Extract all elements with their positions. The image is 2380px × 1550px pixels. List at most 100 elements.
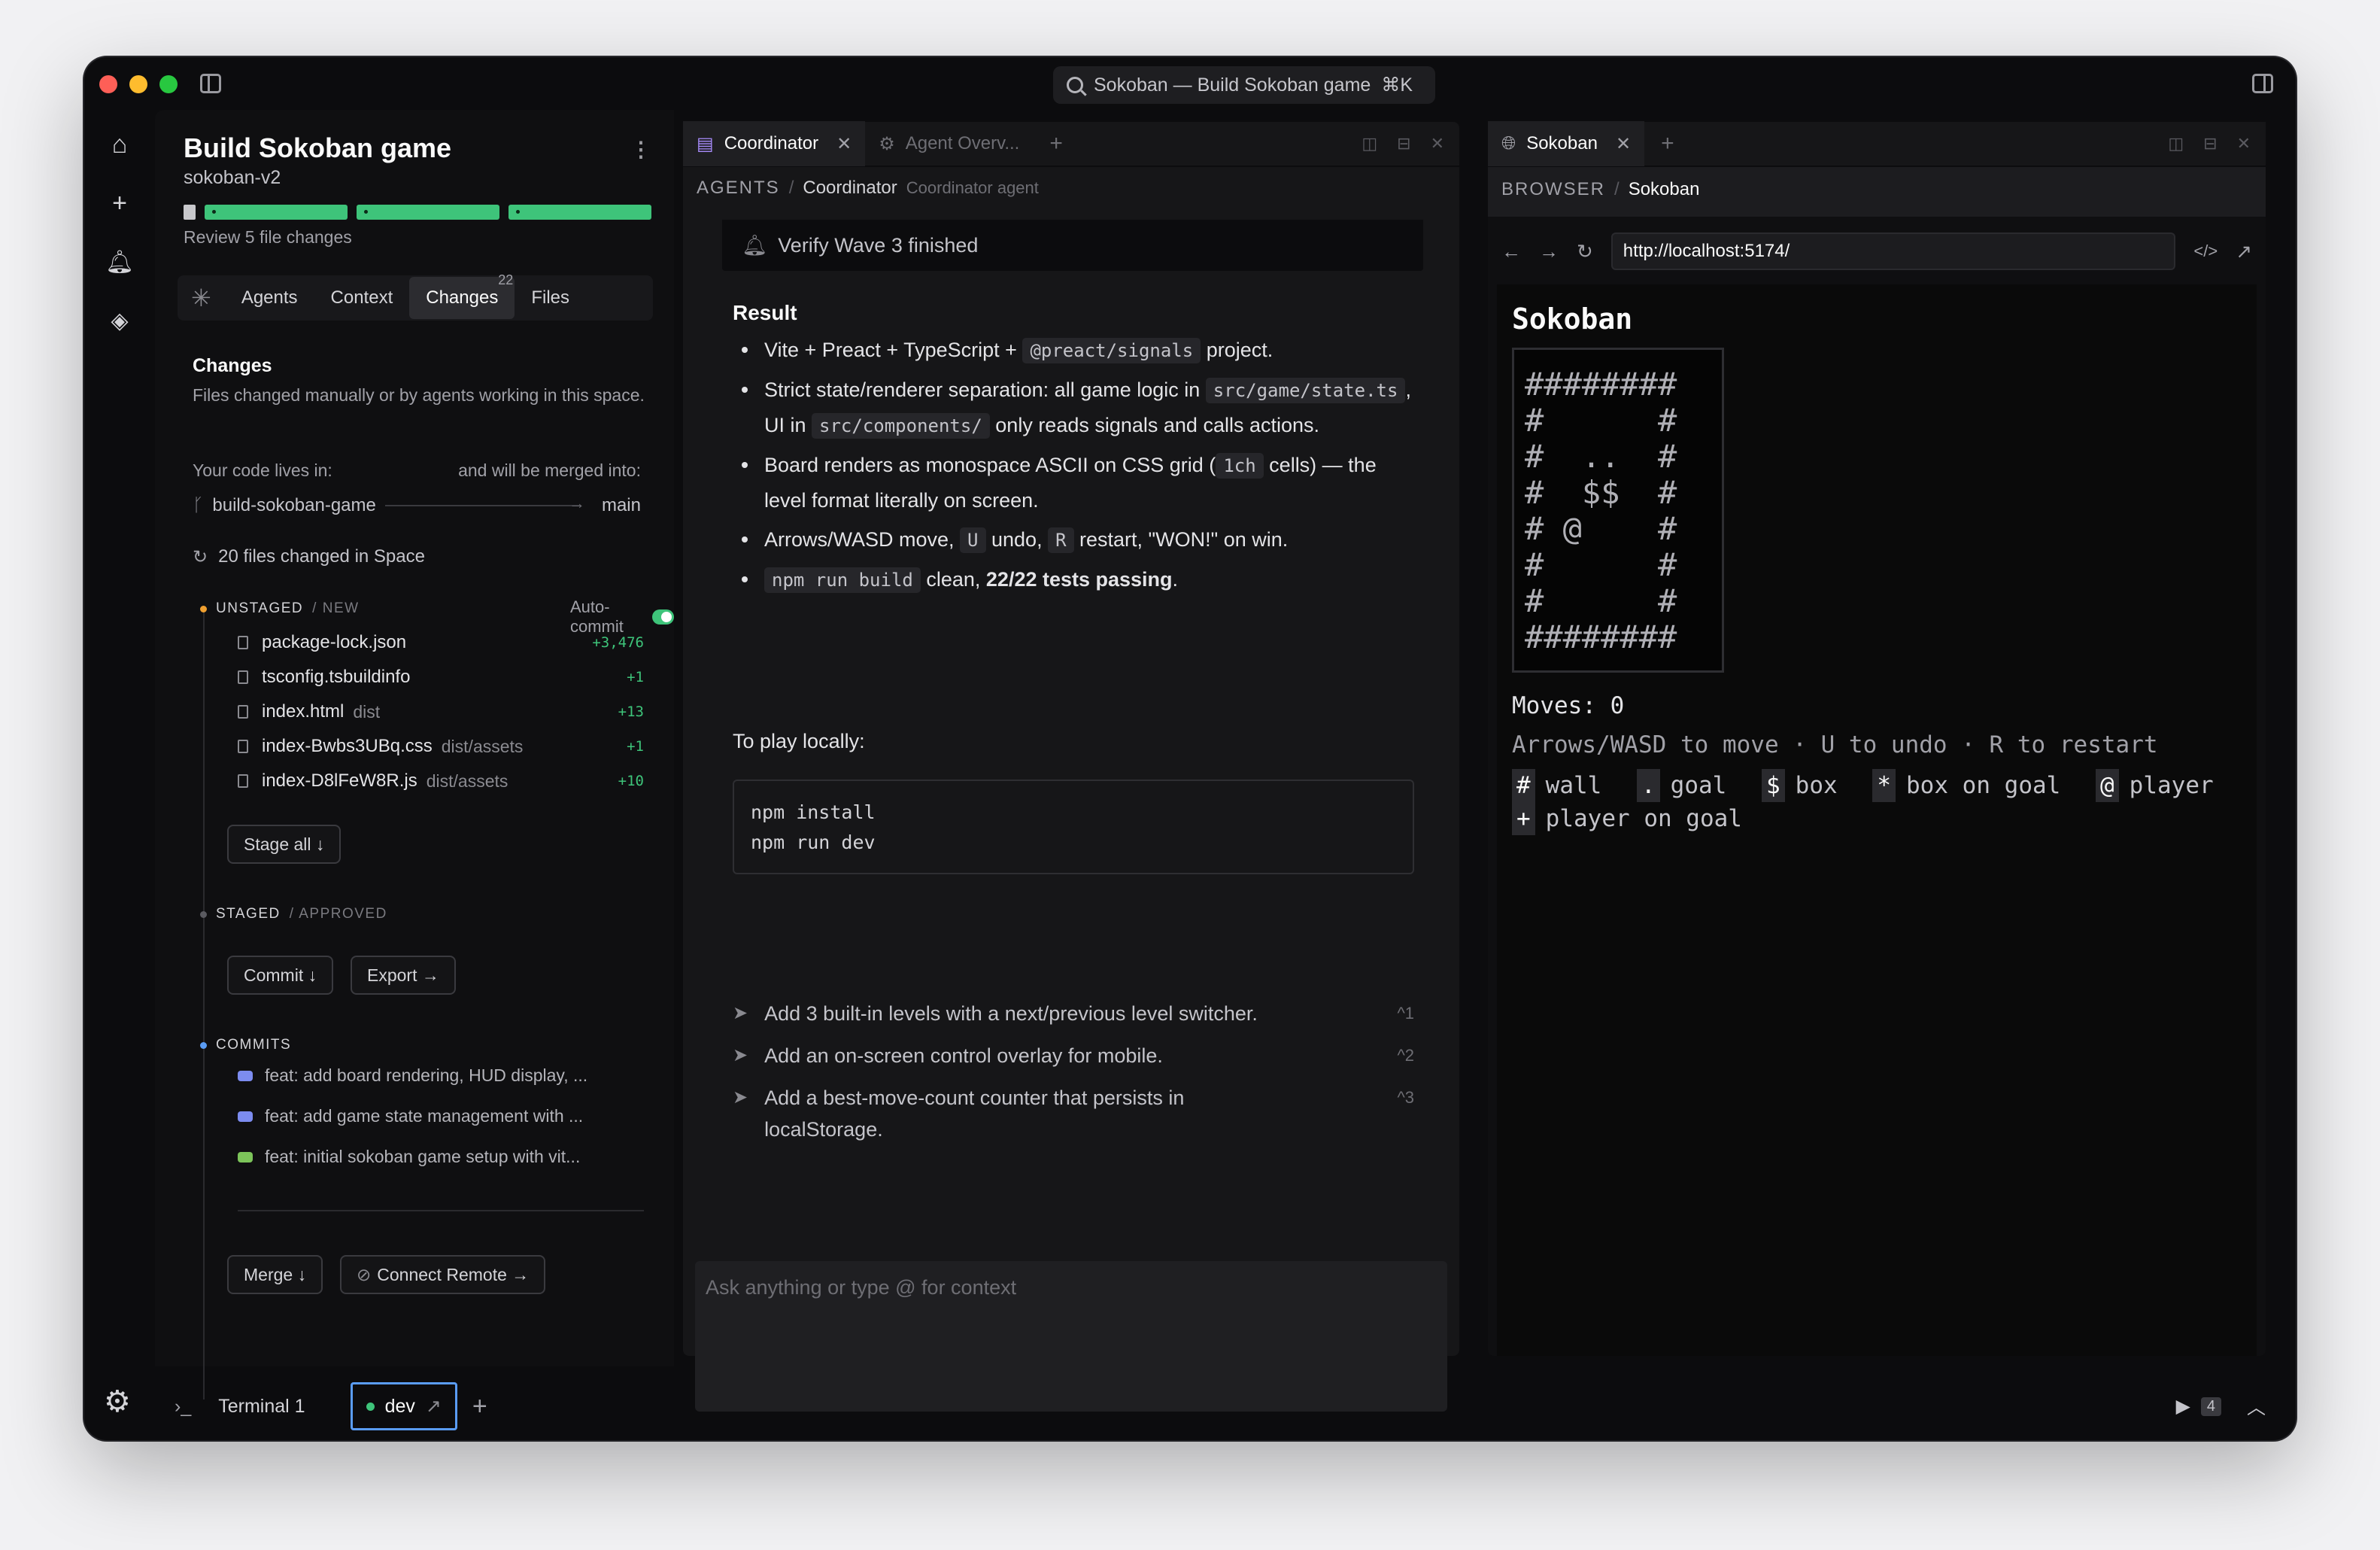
run-status[interactable]: ▶ 4 ︿	[2176, 1393, 2266, 1420]
list-item: Vite + Preact + TypeScript + @preact/sig…	[737, 333, 1414, 368]
staged-dot	[200, 910, 207, 918]
file-name: index-Bwbs3UBq.css	[262, 736, 433, 756]
refresh-icon[interactable]: ↻	[193, 546, 208, 568]
file-row[interactable]: index-D8lFeW8R.js dist/assets +10	[238, 770, 644, 792]
legend-key: $	[1762, 769, 1785, 802]
bullet-text: only reads signals and calls actions.	[989, 414, 1320, 436]
file-name: index-D8lFeW8R.js	[262, 770, 417, 791]
board-row: # @ #	[1525, 510, 1677, 547]
bullet-text: Board renders as monospace ASCII on CSS …	[764, 454, 1216, 476]
review-text[interactable]: Review 5 file changes	[184, 227, 352, 248]
bell-icon[interactable]: 🔔︎	[105, 247, 135, 277]
split-horizontal-icon[interactable]: ⊟	[2203, 134, 2217, 153]
commits-label: COMMITS	[216, 1037, 292, 1053]
close-pane-icon[interactable]: ✕	[2237, 134, 2251, 153]
close-pane-icon[interactable]: ✕	[1431, 134, 1444, 153]
link-icon: ⊘	[357, 1264, 372, 1284]
new-tab-icon[interactable]: +	[1049, 131, 1063, 157]
toggle-switch[interactable]	[652, 609, 674, 625]
export-button[interactable]: Export →	[351, 956, 456, 995]
browser-panel: 🌐︎ Sokoban ✕ + ◫ ⊟ ✕ BROWSER / Sokoban ←…	[1488, 121, 2266, 1356]
more-options-icon[interactable]: ⋮	[630, 137, 651, 162]
close-window-button[interactable]	[99, 75, 117, 93]
pane-controls: ◫ ⊟ ✕	[2168, 134, 2251, 153]
open-external-icon[interactable]: ↗	[426, 1395, 442, 1418]
right-panel-toggle-icon[interactable]	[2252, 74, 2273, 93]
new-tab-icon[interactable]: +	[1661, 131, 1674, 157]
suggestion-item[interactable]: ➤ Add 3 built-in levels with a next/previ…	[733, 998, 1414, 1029]
file-row[interactable]: index-Bwbs3UBq.css dist/assets +1	[238, 736, 644, 757]
agent-avatar-icon	[238, 1111, 253, 1122]
zoom-window-button[interactable]	[159, 75, 178, 93]
legend-item: + player on goal	[1512, 802, 1742, 835]
forward-icon[interactable]: →	[1539, 240, 1559, 263]
app-window: Sokoban — Build Sokoban game ⌘K ⌂ + 🔔︎ ◈…	[84, 57, 2296, 1440]
game-board[interactable]: ######## # # # .. # # $$ # # @ # # # # #…	[1512, 348, 1724, 673]
inline-code: 1ch	[1216, 453, 1264, 479]
play-icon: ▶	[2175, 1396, 2190, 1417]
legend-label: box on goal	[1906, 772, 2061, 799]
back-icon[interactable]: ←	[1501, 240, 1521, 263]
bullet-text: Vite + Preact + TypeScript +	[764, 339, 1023, 361]
tab-files[interactable]: Files	[515, 277, 586, 319]
code-block[interactable]: npm install npm run dev	[733, 780, 1414, 874]
tab-agent-overview[interactable]: ⚙ Agent Overv...	[865, 121, 1033, 166]
minimize-window-button[interactable]	[129, 75, 147, 93]
breadcrumb-root[interactable]: BROWSER	[1501, 179, 1605, 200]
sparkle-icon[interactable]: ✳	[178, 284, 225, 312]
suggestion-item[interactable]: ➤ Add a best-move-count counter that pers…	[733, 1082, 1414, 1145]
tab-context[interactable]: Context	[314, 277, 410, 319]
split-vertical-icon[interactable]: ◫	[2168, 134, 2184, 153]
inline-code: @preact/signals	[1022, 338, 1201, 363]
new-terminal-icon[interactable]: +	[472, 1392, 487, 1421]
breadcrumb-root[interactable]: AGENTS	[697, 178, 780, 199]
open-external-icon[interactable]: ↗	[2236, 240, 2252, 263]
file-name: tsconfig.tsbuildinfo	[262, 667, 411, 687]
plus-icon[interactable]: +	[105, 188, 135, 218]
file-row[interactable]: tsconfig.tsbuildinfo +1	[238, 667, 644, 688]
commit-row[interactable]: feat: add board rendering, HUD display, …	[238, 1065, 636, 1086]
devtools-icon[interactable]: </>	[2193, 242, 2218, 261]
tab-agents[interactable]: Agents	[225, 277, 314, 319]
split-horizontal-icon[interactable]: ⊟	[1397, 134, 1410, 153]
tab-sokoban[interactable]: 🌐︎ Sokoban ✕	[1488, 121, 1645, 166]
reload-icon[interactable]: ↻	[1577, 240, 1593, 263]
stage-all-button[interactable]: Stage all ↓	[227, 825, 342, 864]
legend-key: @	[2096, 769, 2119, 802]
commit-row[interactable]: feat: add game state management with ...	[238, 1106, 636, 1126]
tab-changes[interactable]: Changes 22	[409, 272, 515, 319]
close-tab-icon[interactable]: ✕	[836, 133, 852, 155]
agent-icon: ▤	[697, 133, 714, 154]
terminal-bar: ›_ Terminal 1 dev ↗ + ▶ 4 ︿	[155, 1380, 2296, 1433]
sidebar-toggle-icon[interactable]	[200, 74, 221, 93]
settings-gear-icon[interactable]: ⚙	[104, 1384, 131, 1419]
breadcrumb-current: Coordinator	[803, 178, 897, 198]
merge-button[interactable]: Merge ↓	[227, 1255, 323, 1294]
terminal-tab[interactable]: ›_ Terminal 1	[175, 1396, 305, 1418]
game-legend: # wall . goal $ box * box on goal @ player + p…	[1512, 769, 2249, 835]
changes-count-badge: 22	[498, 272, 514, 287]
file-row[interactable]: package-lock.json +3,476	[238, 632, 644, 653]
layers-icon[interactable]: ◈	[105, 305, 135, 336]
suggestion-item[interactable]: ➤ Add an on-screen control overlay for mo…	[733, 1040, 1414, 1071]
close-tab-icon[interactable]: ✕	[1616, 133, 1631, 155]
commit-row[interactable]: feat: initial sokoban game setup with vi…	[238, 1147, 636, 1167]
legend-label: goal	[1670, 772, 1727, 799]
url-input[interactable]: http://localhost:5174/	[1610, 232, 2176, 270]
autocommit-toggle[interactable]: Auto-commit	[570, 597, 674, 637]
file-icon	[238, 670, 248, 684]
tab-coordinator[interactable]: ▤ Coordinator ✕	[683, 121, 866, 166]
chevron-up-icon[interactable]: ︿	[2247, 1393, 2266, 1420]
command-search[interactable]: Sokoban — Build Sokoban game ⌘K	[1053, 66, 1435, 104]
breadcrumb-separator: /	[788, 178, 794, 198]
titlebar: Sokoban — Build Sokoban game ⌘K	[84, 57, 2296, 110]
commit-button[interactable]: Commit ↓	[227, 956, 334, 995]
dev-tab[interactable]: dev ↗	[350, 1382, 457, 1430]
bell-icon: 🔔︎	[742, 234, 768, 257]
connect-remote-button[interactable]: ⊘ Connect Remote →	[340, 1255, 546, 1294]
result-list: Vite + Preact + TypeScript + @preact/sig…	[737, 333, 1414, 602]
project-title: Build Sokoban game	[184, 132, 452, 163]
home-icon[interactable]: ⌂	[105, 129, 135, 160]
split-vertical-icon[interactable]: ◫	[1362, 134, 1377, 153]
file-row[interactable]: index.html dist +13	[238, 701, 644, 722]
